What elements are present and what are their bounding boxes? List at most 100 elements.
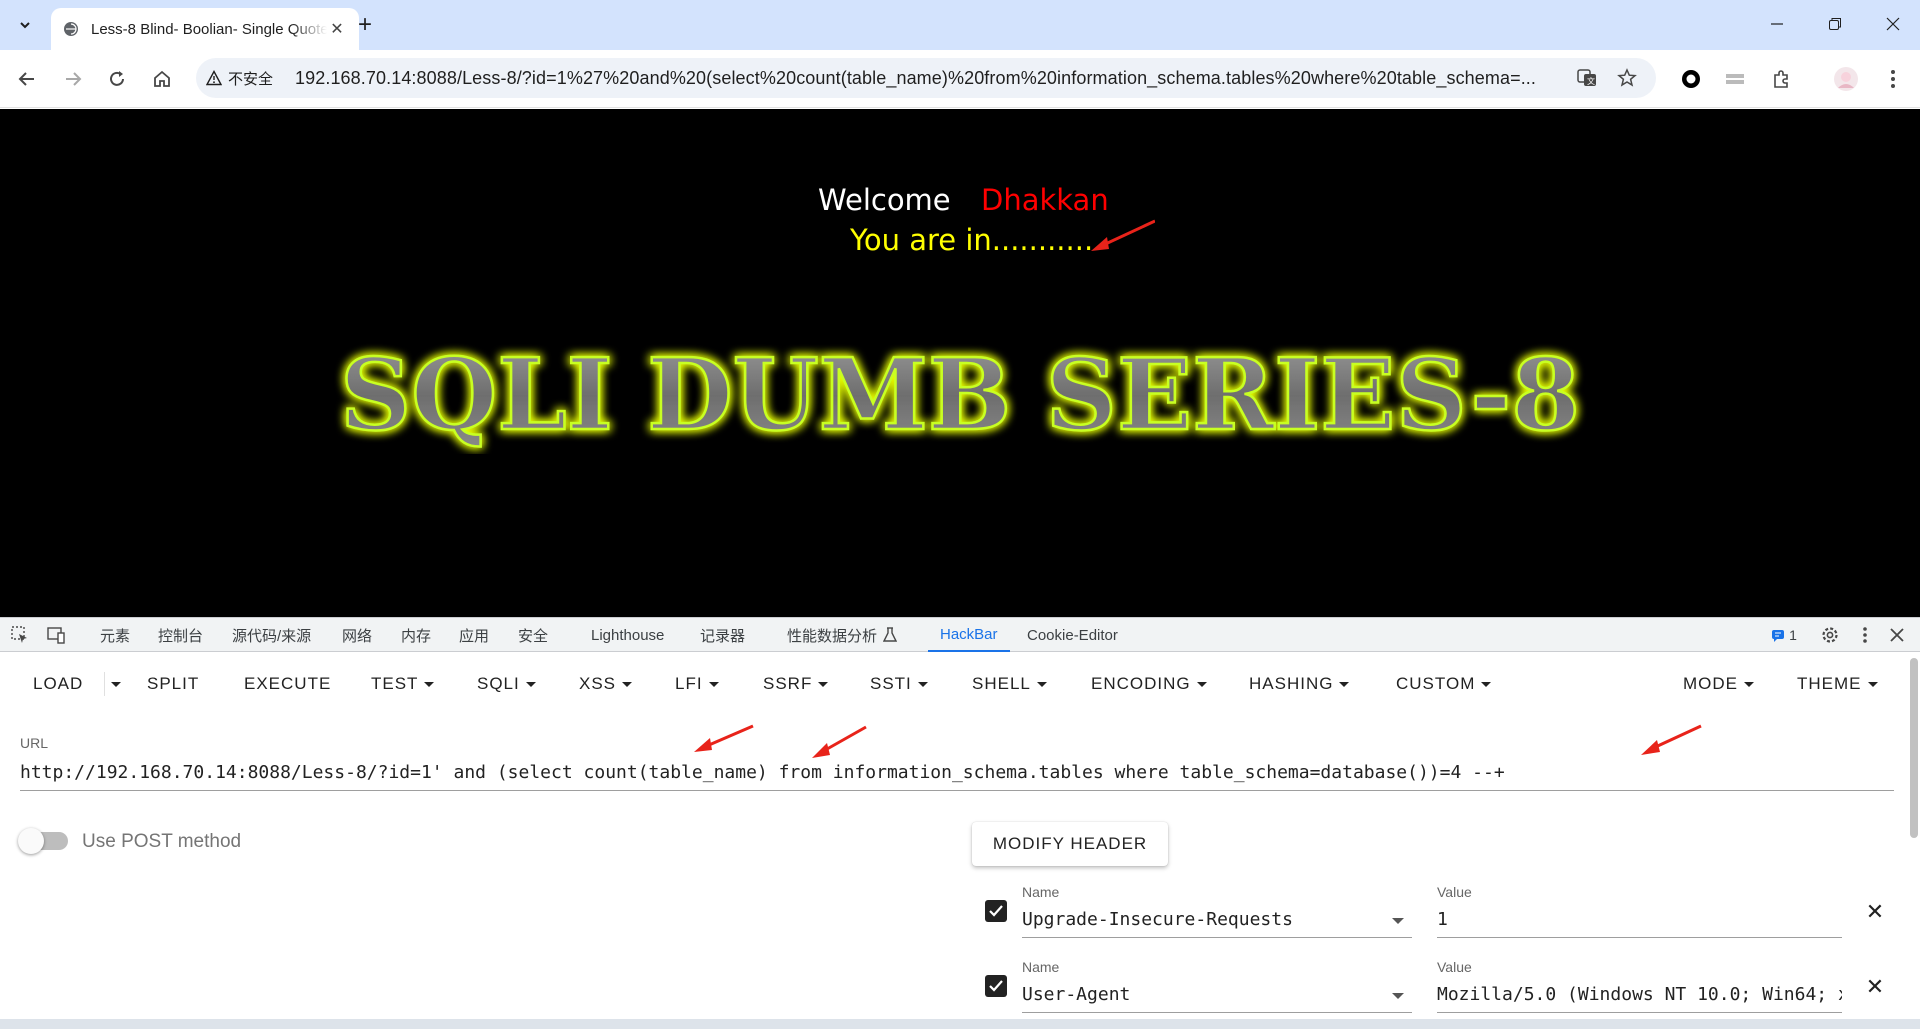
- taskbar-edge: [0, 1019, 1920, 1029]
- tab-search-icon[interactable]: [10, 10, 40, 40]
- tab-close-icon[interactable]: ✕: [327, 19, 347, 39]
- extensions-puzzle-icon[interactable]: [1764, 62, 1798, 96]
- devtools-tab-elements[interactable]: 元素: [100, 618, 130, 652]
- header-name-label: Name: [1022, 959, 1060, 975]
- modify-header-button[interactable]: MODIFY HEADER: [972, 822, 1168, 866]
- devtools-scrollbar[interactable]: [1910, 658, 1918, 838]
- test-menu-label: TEST: [371, 674, 419, 693]
- devtools-tab-console[interactable]: 控制台: [158, 618, 203, 652]
- browser-tab-active[interactable]: Less-8 Blind- Boolian- Single Quotes- St…: [51, 8, 359, 50]
- devtools-menu-kebab-icon[interactable]: [1853, 623, 1877, 647]
- device-toolbar-icon[interactable]: [44, 623, 68, 647]
- home-icon[interactable]: [145, 62, 179, 96]
- profile-avatar-icon[interactable]: [1829, 62, 1863, 96]
- extension-record-icon[interactable]: [1674, 62, 1708, 96]
- checkmark-icon: [989, 905, 1003, 917]
- bookmark-star-icon[interactable]: [1614, 65, 1640, 91]
- split-button[interactable]: SPLIT: [147, 672, 199, 696]
- encoding-menu-button[interactable]: ENCODING: [1091, 672, 1207, 696]
- dropdown-caret-icon[interactable]: [1392, 993, 1404, 999]
- devtools-tab-lighthouse[interactable]: Lighthouse: [591, 618, 664, 652]
- header-value-input[interactable]: 1: [1437, 902, 1842, 938]
- header-value-label: Value: [1437, 884, 1472, 900]
- header-enabled-checkbox[interactable]: [985, 975, 1007, 997]
- dropdown-caret-icon[interactable]: [1392, 918, 1404, 924]
- shell-menu-button[interactable]: SHELL: [972, 672, 1047, 696]
- execute-button[interactable]: EXECUTE: [244, 672, 331, 696]
- devtools-tab-security[interactable]: 安全: [518, 618, 548, 652]
- hackbar-toolbar: LOAD SPLIT EXECUTE TEST SQLI XSS LFI SSR…: [0, 652, 1920, 716]
- globe-icon: [63, 21, 79, 37]
- browser-toolbar: 不安全 192.168.70.14:8088/Less-8/?id=1%27%2…: [0, 50, 1920, 108]
- annotation-arrow-icon: [694, 724, 754, 752]
- back-arrow-icon[interactable]: [10, 62, 44, 96]
- toggle-knob: [18, 828, 44, 854]
- encoding-menu-label: ENCODING: [1091, 674, 1191, 693]
- ssrf-menu-button[interactable]: SSRF: [763, 672, 829, 696]
- header-enabled-checkbox[interactable]: [985, 900, 1007, 922]
- header-row: Name Value Upgrade-Insecure-Requests 1 ✕: [985, 884, 1885, 946]
- restore-icon[interactable]: [1806, 0, 1864, 48]
- lfi-menu-label: LFI: [675, 674, 703, 693]
- hashing-menu-button[interactable]: HASHING: [1249, 672, 1350, 696]
- devtools-tab-application[interactable]: 应用: [459, 618, 489, 652]
- new-tab-plus-icon[interactable]: +: [350, 10, 380, 40]
- extension-bars-icon[interactable]: [1718, 62, 1752, 96]
- devtools-close-icon[interactable]: [1885, 623, 1909, 647]
- header-value-input[interactable]: Mozilla/5.0 (Windows NT 10.0; Win64; x64…: [1437, 977, 1842, 1013]
- chevron-down-icon: [622, 681, 633, 687]
- address-bar[interactable]: 不安全 192.168.70.14:8088/Less-8/?id=1%27%2…: [196, 58, 1656, 98]
- issues-badge[interactable]: 1: [1762, 623, 1806, 647]
- logo-text: SQLI DUMB SERIES-8: [340, 338, 1580, 453]
- settings-gear-icon[interactable]: [1818, 623, 1842, 647]
- header-row: Name Value User-Agent Mozilla/5.0 (Windo…: [985, 959, 1885, 1021]
- hashing-menu-label: HASHING: [1249, 674, 1334, 693]
- sqli-dumb-series-logo: SQLI DUMB SERIES-8: [339, 337, 1582, 454]
- inspect-element-icon[interactable]: [8, 623, 32, 647]
- delete-header-close-icon[interactable]: ✕: [1863, 974, 1887, 999]
- address-url[interactable]: 192.168.70.14:8088/Less-8/?id=1%27%20and…: [295, 68, 1565, 89]
- devtools-tab-network[interactable]: 网络: [342, 618, 372, 652]
- devtools-tab-recorder[interactable]: 记录器: [700, 618, 745, 652]
- header-name-select[interactable]: User-Agent: [1022, 977, 1412, 1013]
- status-message: You are in...........: [850, 223, 1094, 257]
- close-window-icon[interactable]: [1864, 0, 1920, 48]
- ssti-menu-button[interactable]: SSTI: [870, 672, 928, 696]
- devtools-tab-bar: 元素 控制台 源代码/来源 网络 内存 应用 安全 Lighthouse 记录器…: [0, 618, 1920, 652]
- forward-arrow-icon[interactable]: [56, 62, 90, 96]
- theme-menu-button[interactable]: THEME: [1797, 672, 1878, 696]
- issues-count: 1: [1789, 627, 1797, 643]
- chevron-down-icon: [917, 681, 928, 687]
- reload-icon[interactable]: [100, 62, 134, 96]
- chevron-down-icon: [818, 681, 829, 687]
- menu-kebab-icon[interactable]: [1876, 62, 1910, 96]
- url-input[interactable]: http://192.168.70.14:8088/Less-8/?id=1' …: [20, 755, 1894, 791]
- test-menu-button[interactable]: TEST: [371, 672, 435, 696]
- minimize-icon[interactable]: [1748, 0, 1806, 48]
- chevron-down-icon: [424, 681, 435, 687]
- devtools-tab-cookie-editor[interactable]: Cookie-Editor: [1027, 618, 1118, 652]
- sqli-menu-button[interactable]: SQLI: [477, 672, 536, 696]
- checkmark-icon: [989, 980, 1003, 992]
- devtools-tab-performance-insights[interactable]: 性能数据分析: [787, 618, 877, 652]
- not-secure-indicator[interactable]: 不安全: [206, 68, 285, 89]
- ssti-menu-label: SSTI: [870, 674, 912, 693]
- custom-menu-button[interactable]: CUSTOM: [1396, 672, 1492, 696]
- devtools-tab-memory[interactable]: 内存: [401, 618, 431, 652]
- message-icon: [1772, 630, 1785, 642]
- delete-header-close-icon[interactable]: ✕: [1863, 899, 1887, 924]
- load-options-caret-icon[interactable]: [104, 672, 126, 696]
- chevron-down-icon: [1481, 681, 1492, 687]
- xss-menu-label: XSS: [579, 674, 617, 693]
- load-button[interactable]: LOAD: [33, 672, 83, 696]
- xss-menu-button[interactable]: XSS: [579, 672, 633, 696]
- devtools-tab-hackbar[interactable]: HackBar: [928, 618, 1010, 652]
- header-name-select[interactable]: Upgrade-Insecure-Requests: [1022, 902, 1412, 938]
- chevron-down-icon: [1744, 681, 1754, 687]
- lfi-menu-button[interactable]: LFI: [675, 672, 719, 696]
- devtools-tab-sources[interactable]: 源代码/来源: [232, 618, 311, 652]
- post-method-toggle[interactable]: [18, 828, 68, 854]
- translate-icon[interactable]: 文: [1574, 65, 1600, 91]
- mode-menu-button[interactable]: MODE: [1683, 672, 1754, 696]
- svg-text:文: 文: [1587, 76, 1595, 86]
